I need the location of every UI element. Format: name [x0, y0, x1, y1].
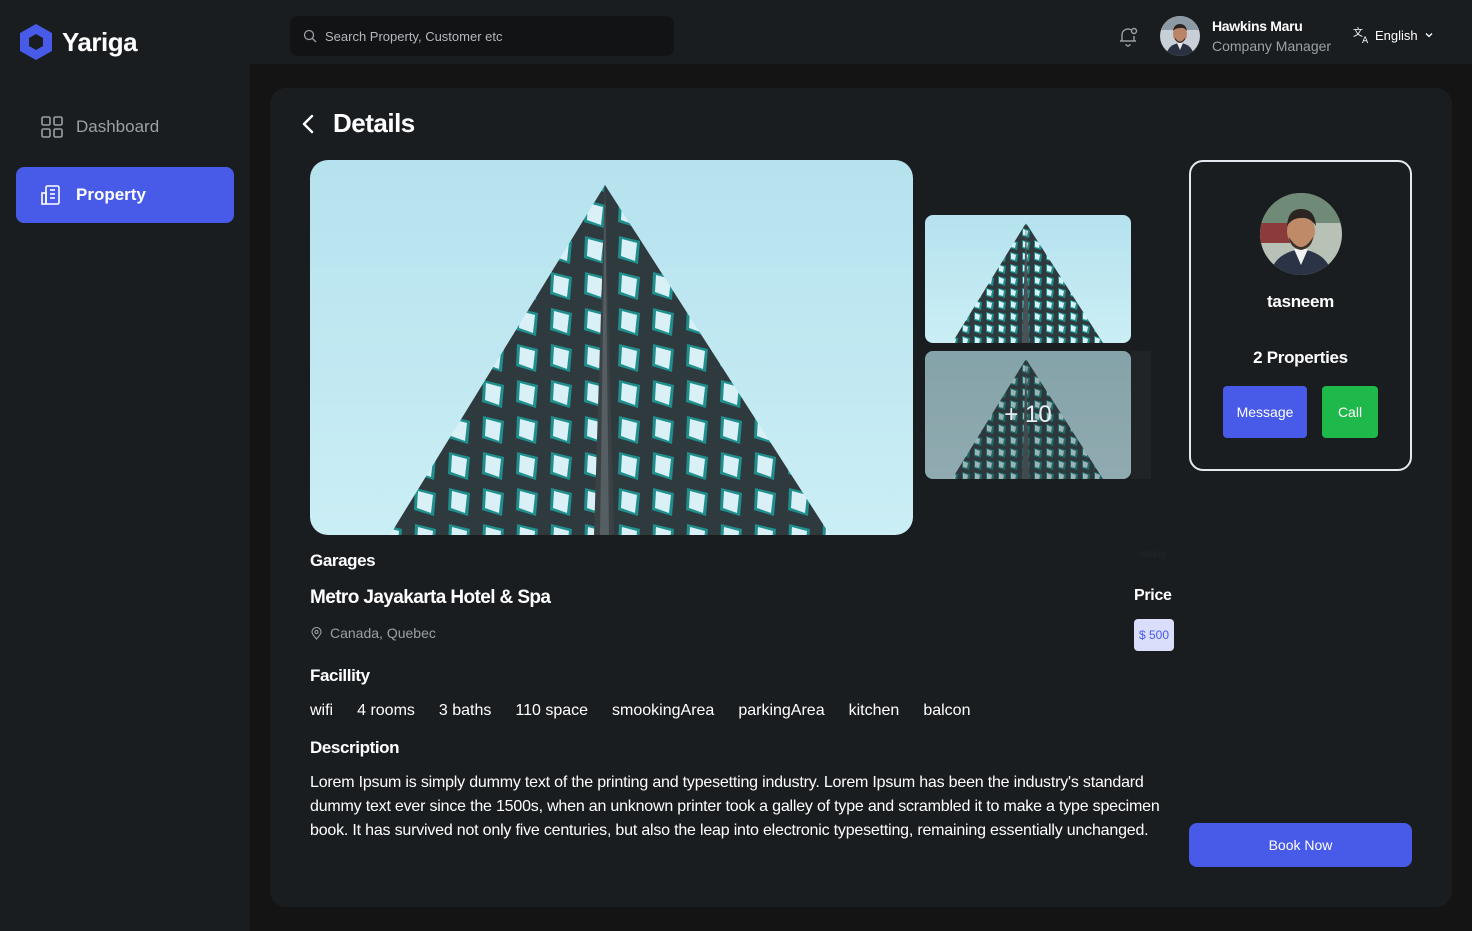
price-badge: $ 500 — [1134, 619, 1174, 651]
gallery-scroll-edge — [1131, 351, 1151, 479]
call-button[interactable]: Call — [1322, 386, 1378, 438]
property-name: Metro Jayakarta Hotel & Spa — [310, 587, 551, 608]
user-role: Company Manager — [1212, 38, 1332, 54]
facility-list: wifi 4 rooms 3 baths 110 space smookingA… — [310, 702, 994, 720]
search-icon — [303, 29, 317, 43]
agent-avatar[interactable] — [1260, 193, 1342, 275]
agent-avatar-image — [1260, 193, 1342, 275]
facility-item: parkingArea — [738, 702, 825, 719]
property-thumbnail-more[interactable]: + 10 — [925, 351, 1131, 479]
facility-item: smookingArea — [612, 702, 715, 719]
user-avatar-image — [1160, 16, 1200, 56]
app-name: Yariga — [62, 26, 138, 57]
property-main-image[interactable] — [310, 160, 913, 535]
location-pin-icon — [311, 626, 322, 640]
user-avatar[interactable] — [1160, 16, 1200, 56]
translate-icon: 文 A — [1353, 26, 1369, 44]
description-title: Description — [310, 738, 400, 757]
facility-item: balcon — [923, 702, 971, 719]
sidebar: Dashboard Property — [0, 64, 250, 931]
yariga-logo-icon — [20, 24, 52, 60]
message-button[interactable]: Message — [1223, 386, 1307, 438]
sidebar-item-dashboard[interactable]: Dashboard — [16, 99, 234, 155]
facility-item: 110 space — [515, 702, 589, 719]
facility-item: kitchen — [848, 702, 900, 719]
building-icon — [41, 185, 60, 205]
search-input[interactable] — [325, 28, 665, 44]
user-name: Hawkins Maru — [1212, 18, 1303, 34]
language-selector[interactable]: 文 A English — [1353, 26, 1438, 44]
grid-icon — [41, 116, 63, 138]
more-photos-count: + 10 — [925, 351, 1131, 479]
agent-name: tasneem — [1267, 292, 1334, 311]
location-text: Canada, Quebec — [330, 625, 436, 641]
chevron-down-icon — [1425, 33, 1433, 38]
sidebar-item-label: Dashboard — [76, 117, 160, 136]
description-text: Lorem Ipsum is simply dummy text of the … — [310, 774, 1160, 839]
building-photo — [925, 215, 1131, 343]
top-bar: Yariga Hawkins Maru Company Manager 文 A — [0, 0, 1472, 64]
facility-item: 3 baths — [438, 702, 492, 719]
facility-title: Facillity — [310, 666, 370, 685]
back-arrow-icon[interactable] — [298, 112, 318, 136]
price-label: Price — [1134, 587, 1172, 604]
facility-item: wifi — [310, 702, 334, 719]
sidebar-item-property[interactable]: Property — [16, 167, 234, 223]
agent-properties-count: 2 Properties — [1253, 348, 1348, 367]
language-label: English — [1375, 27, 1418, 43]
property-thumbnail[interactable] — [925, 215, 1131, 343]
property-type: Garages — [310, 551, 376, 570]
facility-item: 4 rooms — [357, 702, 415, 719]
building-photo — [310, 160, 913, 535]
svg-text:A: A — [1362, 36, 1369, 44]
notification-bell-icon[interactable] — [1116, 24, 1140, 48]
app-logo[interactable]: Yariga — [16, 22, 138, 62]
sidebar-item-label: Property — [76, 185, 146, 204]
book-now-button[interactable]: Book Now — [1189, 823, 1412, 867]
property-location: Canada, Quebec — [310, 625, 436, 641]
rating-label: rating — [1141, 549, 1167, 560]
page-title: Details — [333, 108, 415, 138]
search-bar[interactable] — [290, 16, 674, 56]
